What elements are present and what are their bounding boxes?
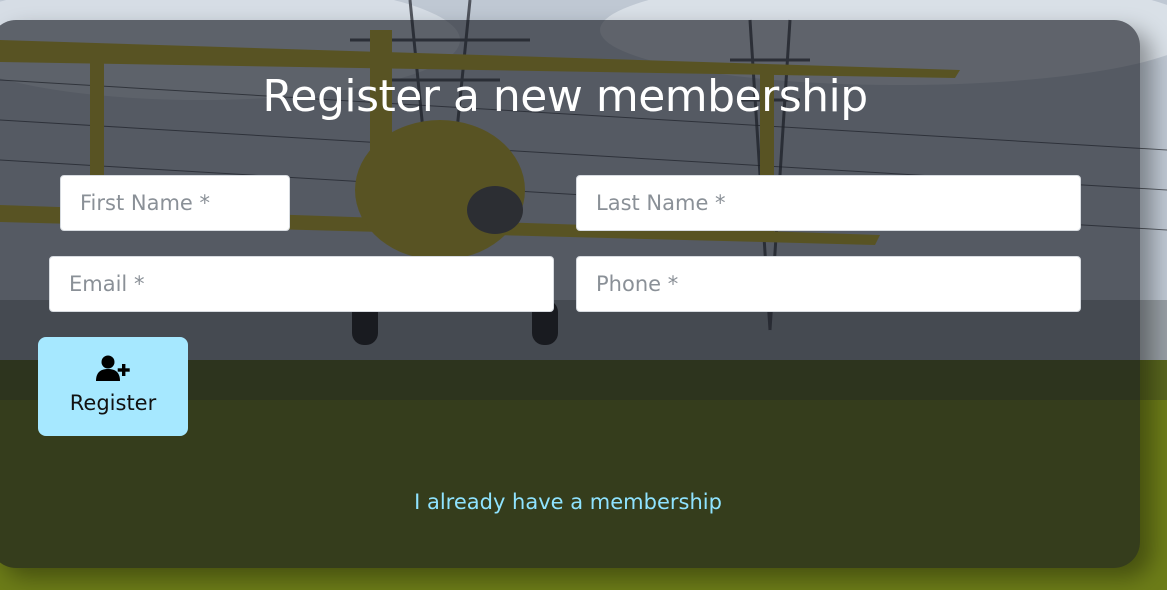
- page-background: Register a new membership Register I alr…: [0, 0, 1167, 590]
- register-button-label: Register: [69, 391, 157, 415]
- first-name-input[interactable]: [60, 175, 290, 231]
- register-button[interactable]: Register: [38, 337, 188, 436]
- email-input[interactable]: [49, 256, 554, 312]
- page-title: Register a new membership: [262, 71, 868, 122]
- login-link[interactable]: I already have a membership: [0, 487, 1136, 517]
- last-name-input[interactable]: [576, 175, 1081, 231]
- user-plus-icon: [96, 355, 130, 381]
- phone-input[interactable]: [576, 256, 1081, 312]
